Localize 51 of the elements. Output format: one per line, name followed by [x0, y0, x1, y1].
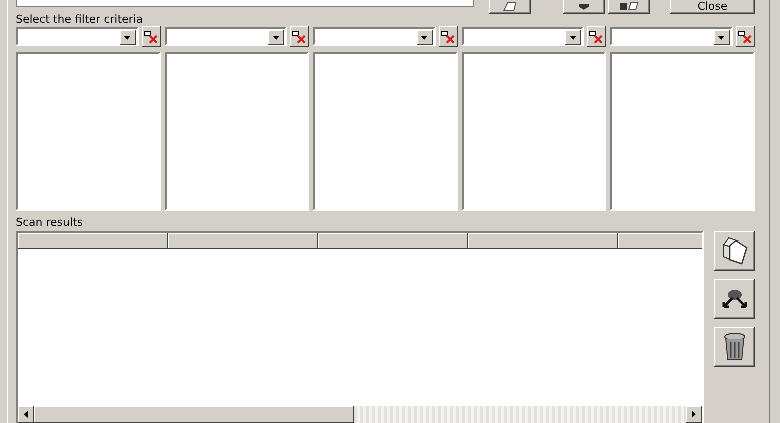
filter-list[interactable] [16, 52, 161, 211]
filter-list[interactable] [462, 52, 606, 211]
column-header[interactable] [468, 233, 618, 249]
scroll-thumb[interactable] [34, 406, 354, 423]
filter-list[interactable] [313, 52, 458, 211]
left-arrow-icon [24, 411, 28, 418]
column-header[interactable] [168, 233, 318, 249]
horizontal-scrollbar[interactable] [18, 406, 702, 423]
filter-list[interactable] [610, 52, 755, 211]
clear-filter-button[interactable] [587, 26, 606, 47]
shield-icon [578, 2, 590, 10]
filter-dropdown[interactable] [313, 27, 436, 46]
dropdown-arrow-icon [272, 36, 280, 40]
copy-button[interactable] [714, 231, 755, 271]
close-button[interactable]: Close [670, 0, 755, 14]
page-icon [502, 2, 518, 12]
filter-dropdown[interactable] [610, 27, 733, 46]
clear-filter-icon [144, 29, 159, 44]
filter-dropdown[interactable] [462, 27, 584, 46]
trash-icon [722, 332, 746, 362]
folders-icon [618, 2, 639, 11]
filter-criteria-label: Select the filter criteria [16, 13, 144, 26]
clear-filter-icon [440, 29, 456, 44]
clear-filter-button[interactable] [142, 26, 161, 47]
path-field[interactable] [16, 0, 474, 7]
folders-button[interactable] [608, 0, 650, 14]
scroll-left-button[interactable] [18, 406, 34, 423]
clear-filter-button[interactable] [438, 26, 458, 47]
column-header[interactable] [18, 233, 168, 249]
split-button[interactable] [714, 279, 755, 319]
clear-filter-icon [738, 29, 753, 44]
clear-filter-icon [292, 29, 308, 44]
clear-filter-button[interactable] [290, 26, 310, 47]
down-button[interactable] [562, 0, 605, 14]
filter-list[interactable] [164, 52, 310, 211]
pages-icon [720, 236, 748, 266]
edit-button[interactable] [488, 0, 531, 14]
delete-button[interactable] [714, 327, 755, 367]
clear-filter-button[interactable] [736, 26, 755, 47]
clear-filter-icon [589, 29, 604, 44]
split-arrows-icon [720, 287, 748, 311]
filter-dropdown[interactable] [16, 27, 139, 46]
scan-results-label: Scan results [16, 216, 84, 229]
filter-dropdown[interactable] [164, 27, 288, 46]
dropdown-arrow-icon [570, 36, 577, 40]
column-header[interactable] [318, 233, 468, 249]
dropdown-arrow-icon [124, 36, 132, 40]
right-arrow-icon [692, 411, 696, 418]
dropdown-arrow-icon [421, 36, 428, 40]
scroll-right-button[interactable] [686, 406, 702, 423]
dropdown-arrow-icon [718, 36, 726, 40]
